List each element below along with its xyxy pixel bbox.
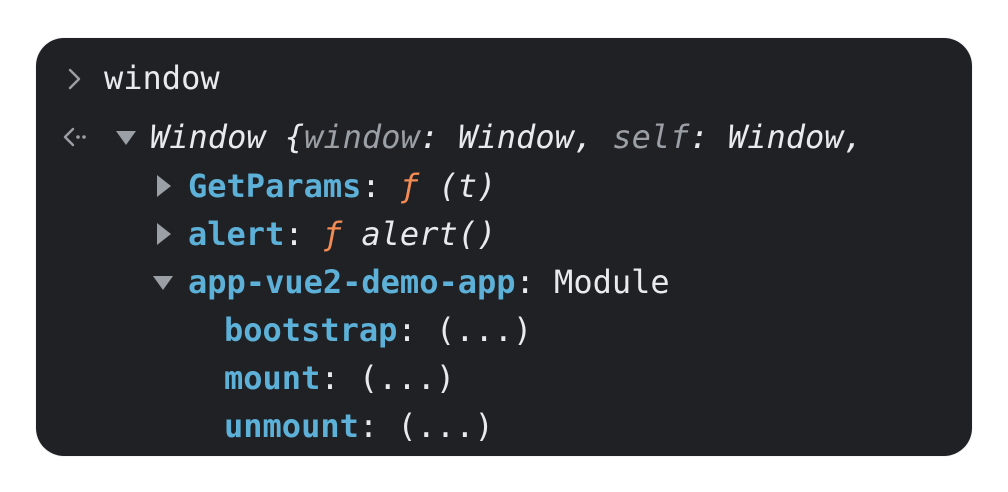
triangle-right-icon[interactable] bbox=[156, 174, 172, 198]
console-input-line[interactable]: window bbox=[36, 54, 972, 102]
chevron-right-icon bbox=[68, 68, 81, 90]
property-separator: : bbox=[397, 311, 436, 349]
property-key: mount bbox=[224, 359, 321, 397]
property-separator: : bbox=[358, 407, 398, 445]
object-summary-key-self: self bbox=[612, 118, 690, 156]
property-separator: : bbox=[320, 359, 359, 397]
triangle-down-icon[interactable] bbox=[152, 275, 174, 291]
function-glyph: ƒ bbox=[322, 215, 343, 253]
property-key: bootstrap bbox=[224, 311, 398, 349]
property-value-getter[interactable]: (...) bbox=[397, 407, 493, 445]
property-value-getter[interactable]: (...) bbox=[359, 359, 455, 397]
property-key: GetParams bbox=[188, 167, 362, 205]
triangle-down-icon[interactable] bbox=[115, 130, 137, 146]
property-row-getparams[interactable]: GetParams: ƒ (t) bbox=[36, 162, 972, 210]
property-value: Module bbox=[554, 263, 670, 301]
module-property-row-bootstrap[interactable]: bootstrap: (...) bbox=[36, 306, 972, 354]
property-key: unmount bbox=[224, 407, 359, 445]
return-arrow-icon bbox=[63, 127, 86, 147]
property-separator: : bbox=[515, 263, 555, 301]
object-summary-key-window: window bbox=[304, 118, 420, 156]
property-row-alert[interactable]: alert: ƒ alert() bbox=[36, 210, 972, 258]
property-separator: : bbox=[361, 167, 400, 205]
devtools-console: window Window {window: Window, self: Win… bbox=[36, 38, 972, 456]
property-value-getter[interactable]: (...) bbox=[436, 311, 532, 349]
property-row-app-vue2-demo-app[interactable]: app-vue2-demo-app: Module bbox=[36, 258, 972, 306]
function-glyph: ƒ bbox=[399, 167, 420, 205]
module-property-row-unmount[interactable]: unmount: (...) bbox=[36, 402, 972, 450]
console-result-line[interactable]: Window {window: Window, self: Window, bbox=[36, 113, 972, 161]
property-key: alert bbox=[188, 215, 285, 253]
triangle-right-icon[interactable] bbox=[156, 222, 172, 246]
object-summary-value-self: : Window, bbox=[689, 118, 863, 156]
object-summary-prefix: Window { bbox=[150, 118, 305, 156]
property-separator: : bbox=[284, 215, 323, 253]
console-input-text: window bbox=[104, 59, 220, 97]
object-summary-value-window: : Window, bbox=[419, 118, 613, 156]
property-value: (t) bbox=[419, 167, 497, 205]
module-property-row-mount[interactable]: mount: (...) bbox=[36, 354, 972, 402]
property-value: alert() bbox=[342, 215, 497, 253]
property-key: app-vue2-demo-app bbox=[188, 263, 516, 301]
